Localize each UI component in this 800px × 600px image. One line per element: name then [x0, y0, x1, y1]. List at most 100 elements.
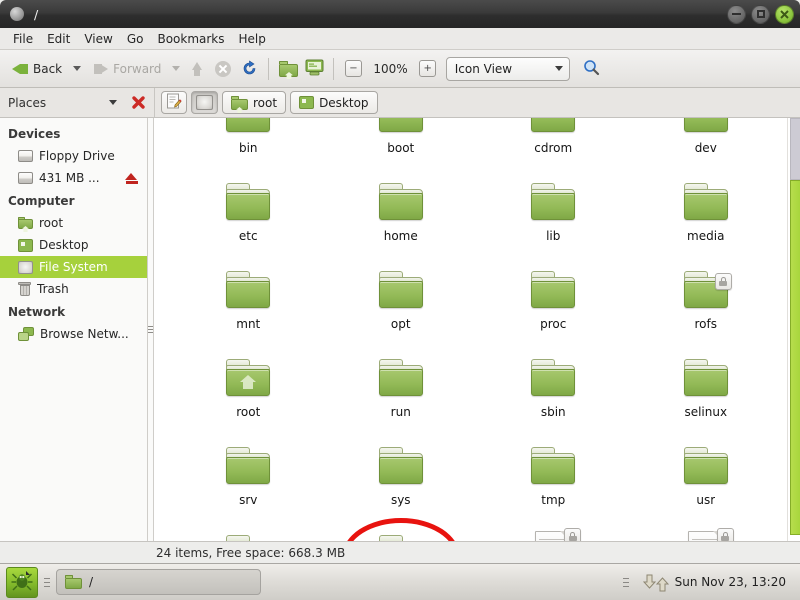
view-mode-label: Icon View	[454, 61, 513, 76]
edit-path-icon	[166, 93, 182, 112]
back-dropdown-arrow-icon[interactable]	[73, 66, 82, 71]
file-item[interactable]: var	[172, 509, 325, 541]
file-item-label: boot	[387, 141, 415, 155]
close-button[interactable]	[775, 4, 794, 24]
forward-button[interactable]: Forward	[86, 57, 167, 81]
forward-label: Forward	[113, 61, 162, 76]
file-item-label: proc	[540, 317, 567, 331]
path-button-root[interactable]: root	[222, 91, 287, 114]
clock[interactable]: Sun Nov 23, 13:20	[675, 575, 786, 589]
sidebar-item-root[interactable]: root	[0, 212, 147, 234]
title-bar[interactable]: /	[0, 0, 800, 28]
file-item[interactable]: selinux	[630, 333, 783, 421]
file-item[interactable]: proc	[477, 245, 630, 333]
close-sidebar-icon[interactable]	[131, 95, 146, 110]
zoom-level-label: 100%	[373, 61, 408, 76]
file-view[interactable]: bin boot cdrom dev etc home lib media mnt opt proc…	[154, 118, 800, 541]
back-button[interactable]: Back	[6, 57, 68, 81]
up-button[interactable]	[185, 57, 209, 81]
computer-button[interactable]	[302, 57, 326, 81]
sidebar-item-label: Floppy Drive	[39, 149, 115, 163]
file-item[interactable]: root	[172, 333, 325, 421]
network-updown-icon[interactable]	[642, 571, 669, 593]
menu-bookmarks[interactable]: Bookmarks	[150, 30, 231, 48]
menu-edit[interactable]: Edit	[40, 30, 77, 48]
file-item[interactable]: tmp	[477, 421, 630, 509]
folder-icon	[529, 177, 577, 225]
document-icon	[529, 528, 582, 541]
sidebar-item-431mb-volume[interactable]: 431 MB ...	[0, 167, 147, 189]
window-icon	[10, 7, 24, 21]
folder-icon	[377, 353, 425, 401]
desktop-icon	[18, 238, 33, 252]
sidebar-item-floppy-drive[interactable]: Floppy Drive	[0, 145, 147, 167]
file-item[interactable]: opt	[325, 245, 478, 333]
file-item[interactable]: srv	[172, 421, 325, 509]
file-item[interactable]: bin	[172, 118, 325, 157]
menu-go[interactable]: Go	[120, 30, 151, 48]
taskbar-window-button[interactable]: /	[56, 569, 261, 595]
file-item[interactable]: boot	[325, 118, 478, 157]
file-item-label: etc	[238, 229, 258, 243]
sidebar-item-file-system[interactable]: File System	[0, 256, 147, 278]
scrollbar-thumb[interactable]	[790, 180, 800, 535]
folder-icon	[377, 177, 425, 225]
file-item[interactable]: run	[325, 333, 478, 421]
file-item-label: bin	[238, 141, 258, 155]
taskbar-grip-icon[interactable]	[44, 575, 50, 590]
scrollbar-upper-track[interactable]	[790, 118, 800, 180]
home-folder-icon	[18, 217, 33, 232]
zoom-out-button[interactable]: −	[341, 57, 365, 81]
folder-icon	[377, 118, 425, 137]
search-button[interactable]	[580, 57, 604, 81]
home-button[interactable]	[276, 57, 300, 81]
file-item[interactable]: mnt	[172, 245, 325, 333]
file-item[interactable]: lib	[477, 157, 630, 245]
stop-button[interactable]	[211, 57, 235, 81]
start-menu-button[interactable]	[6, 566, 38, 598]
folder-icon	[65, 575, 82, 589]
sidebar-item-trash[interactable]: Trash	[0, 278, 147, 300]
file-item[interactable]: home	[325, 157, 478, 245]
file-item[interactable]: media	[630, 157, 783, 245]
sidebar-group-devices: Devices	[8, 127, 61, 141]
view-mode-select[interactable]: Icon View	[445, 56, 570, 81]
folder-icon	[529, 118, 577, 137]
file-item[interactable]: initrd.img	[477, 509, 630, 541]
taskbar-window-label: /	[89, 575, 94, 589]
vertical-scrollbar[interactable]	[787, 118, 800, 541]
reload-button[interactable]	[237, 57, 261, 81]
maximize-button[interactable]	[751, 4, 770, 24]
tray-grip-icon[interactable]	[622, 575, 629, 590]
file-item[interactable]: etc	[172, 157, 325, 245]
file-item[interactable]: usr	[630, 421, 783, 509]
file-item-label: root	[236, 405, 261, 419]
file-item[interactable]: dev	[630, 118, 783, 157]
sidebar-group-network: Network	[8, 305, 66, 319]
file-item[interactable]: sys	[325, 421, 478, 509]
sidebar-item-desktop[interactable]: Desktop	[0, 234, 147, 256]
path-button-file-system[interactable]	[191, 91, 218, 114]
minimize-button[interactable]	[727, 4, 746, 24]
file-item[interactable]: vmlinuz	[630, 509, 783, 541]
places-dropdown-icon[interactable]	[109, 100, 117, 105]
file-item[interactable]: rofs	[630, 245, 783, 333]
path-button-desktop[interactable]: Desktop	[290, 91, 378, 114]
file-item[interactable]: sbin	[477, 333, 630, 421]
eject-icon[interactable]	[125, 172, 139, 184]
file-item[interactable]: win	[325, 509, 478, 541]
zoom-in-button[interactable]: +	[416, 57, 440, 81]
lock-emblem-icon	[716, 528, 734, 541]
forward-dropdown-arrow-icon[interactable]	[172, 66, 181, 71]
menu-view[interactable]: View	[77, 30, 119, 48]
back-label: Back	[33, 61, 63, 76]
sidebar-item-browse-network[interactable]: Browse Netw...	[0, 323, 147, 345]
menu-file[interactable]: File	[6, 30, 40, 48]
menu-help[interactable]: Help	[232, 30, 273, 48]
lock-emblem-icon	[564, 528, 582, 541]
places-sidebar: Devices Floppy Drive 431 MB ... Computer	[0, 118, 148, 541]
file-item[interactable]: cdrom	[477, 118, 630, 157]
edit-path-button[interactable]	[161, 91, 187, 114]
folder-icon	[682, 265, 732, 313]
folder-icon	[529, 265, 577, 313]
